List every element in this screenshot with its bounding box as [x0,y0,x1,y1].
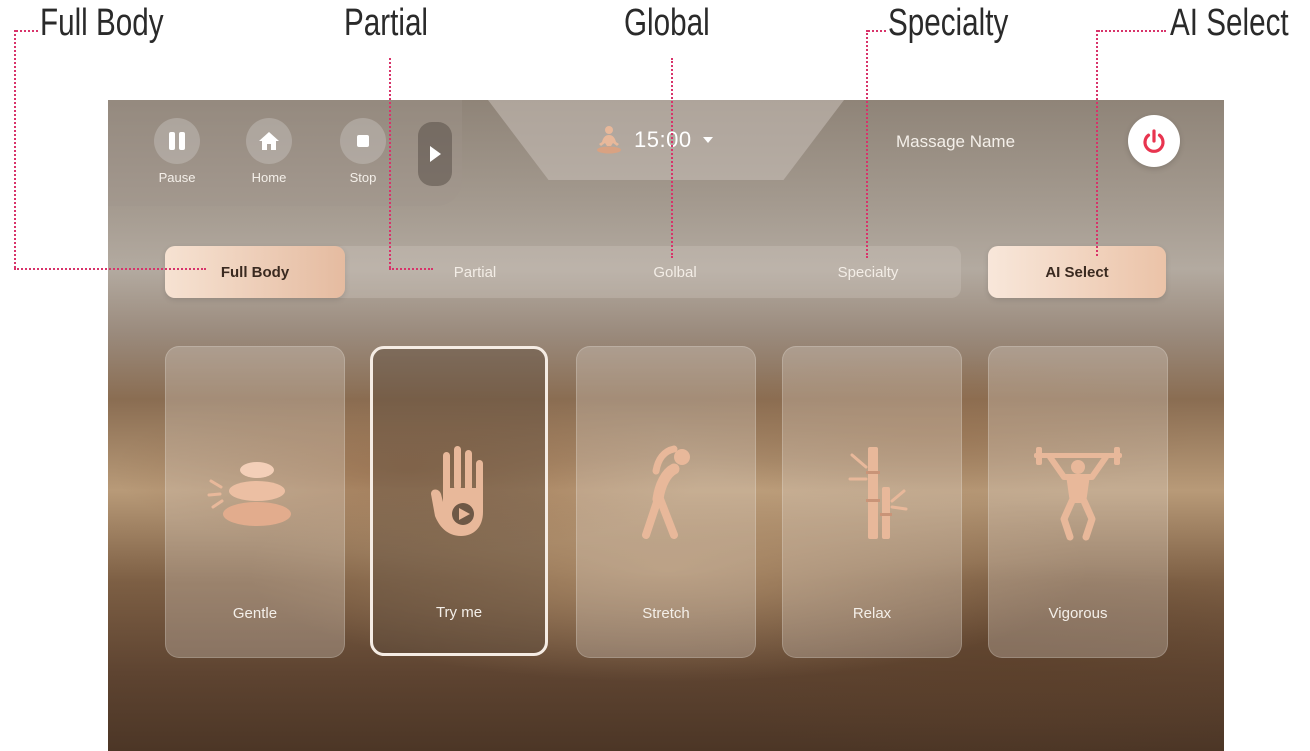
chevron-down-icon [702,137,713,143]
power-button[interactable] [1128,115,1180,167]
ai-select-button[interactable]: AI Select [988,246,1166,298]
stacked-stones-icon [207,462,291,526]
mode-label-gentle: Gentle [232,605,278,622]
stop-label: Stop [349,170,377,185]
timer-value: 15:00 [634,127,692,152]
mode-label-relax: Relax [852,605,892,622]
weightlifter-icon [1034,447,1122,541]
meditation-person-icon [597,126,621,154]
mode-card-stretch[interactable]: Stretch [576,346,756,658]
tab-partial[interactable]: Partial [395,246,555,298]
home-button[interactable]: Home [238,118,300,185]
tab-global[interactable]: Golbal [595,246,755,298]
mode-card-relax[interactable]: Relax [782,346,962,658]
callout-ai-select: AI Select [1170,2,1289,44]
massage-name: Massage Name [896,132,1016,151]
pause-label: Pause [158,170,196,185]
connector-specialty-top [868,30,886,32]
tab-full-body[interactable]: Full Body [165,246,345,298]
mode-card-try-me[interactable]: Try me [370,346,548,656]
mode-label-try-me: Try me [435,604,483,621]
stop-button[interactable]: Stop [332,118,394,185]
callout-partial: Partial [344,2,429,44]
stop-icon [357,135,369,147]
timer-selector[interactable]: 15:00 [594,120,714,160]
stretching-person-icon [642,445,690,539]
mode-label-vigorous: Vigorous [1048,605,1108,622]
callout-full-body: Full Body [40,2,164,44]
category-tab-bar: Full Body Partial Golbal Specialty [165,246,961,298]
callout-specialty: Specialty [888,2,1009,44]
mode-card-gentle[interactable]: Gentle [165,346,345,658]
bamboo-icon [848,447,908,539]
connector-ai-select-top [1098,30,1166,32]
home-label: Home [251,170,287,185]
playback-controls: Pause Home Stop [108,100,462,206]
hand-play-icon [431,446,483,536]
home-icon [259,132,279,150]
connector-full-body-vertical [14,30,16,268]
pause-icon [169,132,185,150]
massage-chair-screen: Pause Home Stop 15:00 Massage Name Full … [108,100,1224,751]
power-icon [1143,129,1165,153]
connector-full-body-top [16,30,38,32]
callout-global: Global [624,2,710,44]
pause-button[interactable]: Pause [146,118,208,185]
mode-label-stretch: Stretch [642,605,690,622]
play-arrow-icon [430,146,441,162]
tab-specialty[interactable]: Specialty [785,246,951,298]
mode-card-vigorous[interactable]: Vigorous [988,346,1168,658]
expand-controls-button[interactable] [418,122,452,186]
